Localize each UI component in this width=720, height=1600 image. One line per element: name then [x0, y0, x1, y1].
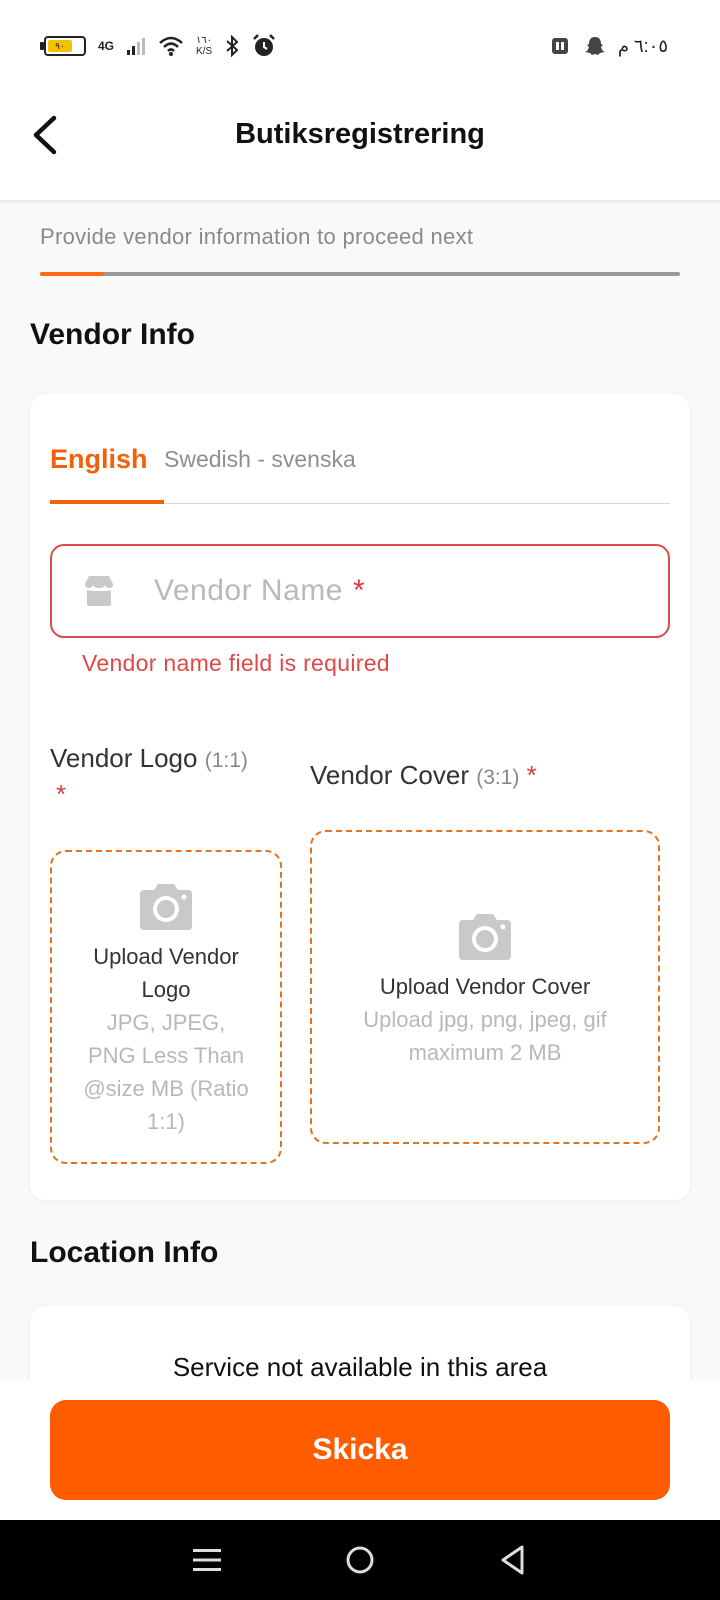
- network-type: 4G: [98, 39, 115, 53]
- progress-fill: [40, 272, 104, 276]
- signal-icon: [127, 38, 146, 55]
- vendor-cover-ratio: (3:1): [476, 766, 520, 789]
- battery-icon: ٩٠: [40, 36, 86, 56]
- system-back-button[interactable]: [493, 1540, 533, 1580]
- page-title: Butiksregistrering: [235, 118, 485, 150]
- vendor-info-card: English Swedish - svenska Vendor Name * …: [30, 394, 690, 1200]
- bluetooth-icon: [226, 35, 239, 57]
- net-speed-unit: K/S: [196, 46, 213, 57]
- status-bar: ٩٠ 4G ١٦٠ K/S ٦:٠٥ م: [0, 0, 720, 92]
- app-header: Butiksregistrering: [0, 92, 720, 200]
- status-right: ٦:٠٥ م: [550, 35, 668, 57]
- active-tab-indicator: [50, 500, 164, 504]
- vendor-logo-required-mark: *: [56, 779, 67, 809]
- tab-english[interactable]: English: [50, 444, 148, 475]
- vendor-name-error: Vendor name field is required: [82, 650, 390, 676]
- upload-vendor-logo-hint: JPG, JPEG, PNG Less Than @size MB (Ratio…: [83, 1010, 249, 1134]
- menu-icon: [192, 1549, 221, 1571]
- submit-button[interactable]: Skicka: [50, 1400, 670, 1500]
- location-message: Service not available in this area: [172, 1352, 548, 1382]
- tab-swedish[interactable]: Swedish - svenska: [164, 446, 356, 473]
- upload-vendor-logo-dropzone[interactable]: Upload Vendor Logo JPG, JPEG, PNG Less T…: [50, 850, 282, 1164]
- upload-vendor-cover-hint: Upload jpg, png, jpeg, gif maximum 2 MB: [363, 1007, 607, 1065]
- vendor-cover-label-text: Vendor Cover: [310, 760, 469, 790]
- upload-vendor-cover-title: Upload Vendor Cover: [379, 974, 591, 999]
- wifi-icon: [159, 36, 183, 56]
- required-mark: *: [352, 574, 366, 607]
- bottom-action-bar: Skicka: [0, 1380, 720, 1520]
- upload-vendor-cover-dropzone[interactable]: Upload Vendor Cover Upload jpg, png, jpe…: [310, 830, 660, 1144]
- app-notification-icon: [551, 38, 568, 54]
- vendor-cover-required-mark: *: [526, 760, 537, 790]
- clock: ٦:٠٥ م: [617, 35, 668, 56]
- snapchat-icon: [584, 37, 605, 55]
- vendor-logo-ratio: (1:1): [204, 749, 248, 772]
- status-left: ٩٠ 4G ١٦٠ K/S: [40, 34, 276, 58]
- language-tabs: English Swedish - svenska: [50, 394, 670, 504]
- vendor-logo-label-text: Vendor Logo: [50, 743, 198, 773]
- home-button[interactable]: [340, 1540, 380, 1580]
- camera-icon: [140, 884, 192, 930]
- progress-text: Provide vendor information to proceed ne…: [40, 224, 474, 249]
- battery-level: ٩٠: [48, 40, 72, 52]
- progress-bar: [40, 272, 680, 276]
- menu-button[interactable]: [187, 1540, 227, 1580]
- net-speed: ١٦٠ K/S: [196, 35, 212, 57]
- vendor-name-field[interactable]: Vendor Name *: [50, 544, 670, 638]
- vendor-logo-label: Vendor Logo (1:1): [50, 740, 290, 779]
- store-icon: [85, 576, 113, 606]
- back-triangle-icon: [501, 1545, 524, 1575]
- vendor-cover-label: Vendor Cover (3:1) *: [310, 760, 537, 791]
- home-icon: [346, 1546, 374, 1574]
- vendor-info-title: Vendor Info: [30, 318, 195, 351]
- alarm-icon: [253, 34, 276, 56]
- net-speed-value: ١٦٠: [196, 35, 213, 46]
- vendor-name-placeholder: Vendor Name: [154, 574, 343, 607]
- upload-vendor-logo-title: Upload Vendor Logo: [93, 944, 239, 1002]
- camera-icon: [459, 914, 511, 960]
- location-info-title: Location Info: [30, 1236, 219, 1269]
- system-nav-bar: [0, 1520, 720, 1600]
